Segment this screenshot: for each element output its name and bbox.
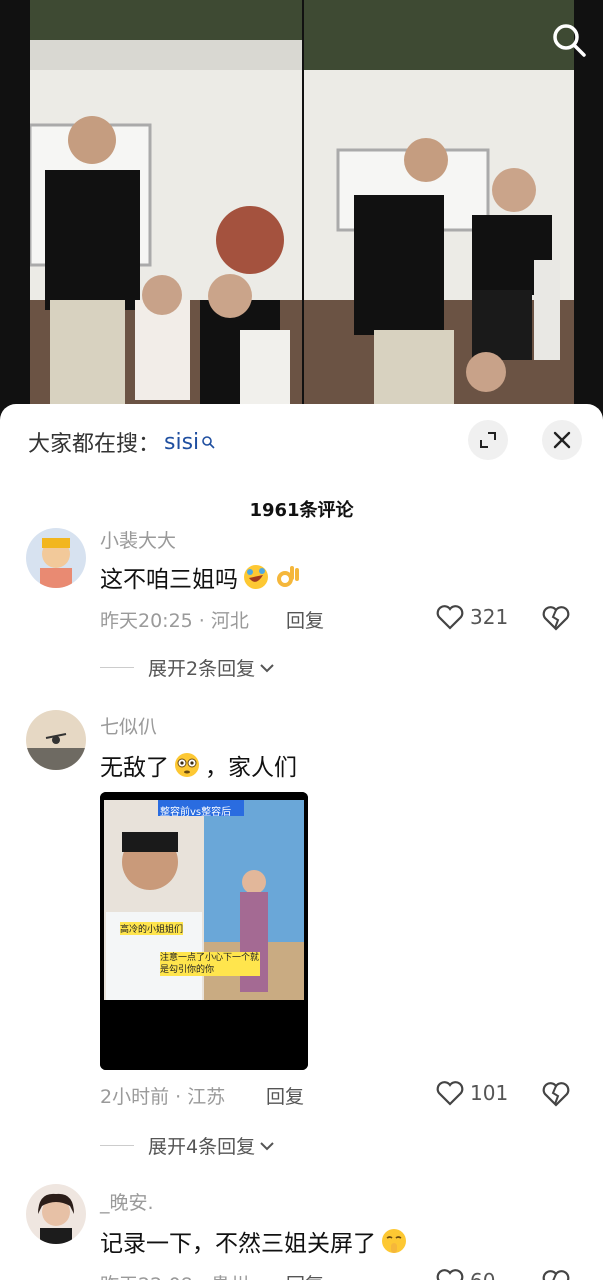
like-button[interactable]: 101 bbox=[436, 1080, 508, 1106]
comments-sheet: 大家都在搜： sisi 1961条评论 小裴大大 这不咱三姐吗 昨天20:25 … bbox=[0, 404, 603, 1280]
expand-replies[interactable]: 展开2条回复 bbox=[100, 654, 275, 681]
comment-time-location: 昨天20:25 · 河北 bbox=[100, 610, 249, 632]
avatar[interactable] bbox=[26, 710, 86, 770]
video-preview[interactable] bbox=[0, 0, 603, 420]
comment-time-location: 2小时前 · 江苏 bbox=[100, 1086, 226, 1108]
rofl-emoji-icon bbox=[244, 565, 268, 589]
search-button[interactable] bbox=[549, 20, 589, 60]
broken-heart-icon bbox=[542, 1082, 570, 1107]
chevron-down-icon bbox=[260, 663, 274, 672]
ok-hand-emoji-icon bbox=[277, 566, 299, 587]
reply-button[interactable]: 回复 bbox=[266, 1082, 304, 1109]
like-count: 60 bbox=[470, 1269, 495, 1280]
image-caption-left: 高冷的小姐姐们 bbox=[120, 922, 184, 935]
image-caption-mid: 注意一点了小心下一个就是勾引你的你 bbox=[160, 952, 260, 976]
dislike-button[interactable] bbox=[542, 604, 570, 632]
search-icon bbox=[202, 436, 215, 449]
heart-icon bbox=[436, 1269, 464, 1280]
comment-text: 记录一下，不然三姐关屏了 bbox=[100, 1224, 408, 1258]
comment-username[interactable]: 七似仈 bbox=[100, 712, 157, 739]
search-icon bbox=[553, 24, 586, 57]
dislike-button[interactable] bbox=[542, 1080, 570, 1108]
search-suggestion-keyword[interactable]: sisi bbox=[164, 430, 199, 455]
comment-time-location: 昨天22:08 · 贵州 bbox=[100, 1270, 249, 1280]
reply-button[interactable]: 回复 bbox=[286, 1270, 324, 1280]
like-count: 321 bbox=[470, 605, 509, 629]
broken-heart-icon bbox=[542, 1270, 570, 1280]
expand-button[interactable] bbox=[468, 420, 508, 460]
broken-heart-icon bbox=[542, 606, 570, 631]
comment-username[interactable]: _晚安. bbox=[100, 1188, 154, 1215]
expand-icon bbox=[480, 432, 496, 448]
close-button[interactable] bbox=[542, 420, 582, 460]
comment-image[interactable]: 整容前vs整容后 高冷的小姐姐们 注意一点了小心下一个就是勾引你的你 bbox=[100, 792, 308, 1070]
heart-icon bbox=[436, 605, 464, 630]
flushed-emoji-icon bbox=[175, 753, 199, 777]
comment-text: 这不咱三姐吗 bbox=[100, 560, 302, 594]
dislike-button[interactable] bbox=[542, 1268, 570, 1280]
comment-count: 1961条评论 bbox=[249, 500, 354, 521]
search-suggestion-label: 大家都在搜： bbox=[28, 432, 161, 457]
divider bbox=[100, 1145, 134, 1146]
video-frame-right bbox=[304, 0, 574, 420]
video-frame-left bbox=[30, 0, 302, 420]
like-button[interactable]: 321 bbox=[436, 604, 508, 630]
heart-icon bbox=[436, 1081, 464, 1106]
comment-text: 无敌了 ，家人们 bbox=[100, 748, 297, 782]
avatar[interactable] bbox=[26, 1184, 86, 1244]
like-button[interactable]: 60 bbox=[436, 1268, 495, 1280]
close-icon bbox=[553, 431, 571, 449]
avatar[interactable] bbox=[26, 528, 86, 588]
search-suggestion[interactable]: 大家都在搜： sisi bbox=[28, 422, 215, 462]
chevron-down-icon bbox=[260, 1141, 274, 1150]
divider bbox=[100, 667, 134, 668]
expand-replies[interactable]: 展开4条回复 bbox=[100, 1132, 275, 1159]
image-banner-text: 整容前vs整容后 bbox=[160, 807, 232, 818]
comment-username[interactable]: 小裴大大 bbox=[100, 526, 176, 553]
reply-button[interactable]: 回复 bbox=[286, 606, 324, 633]
like-count: 101 bbox=[470, 1081, 509, 1105]
shushing-emoji-icon bbox=[382, 1229, 406, 1253]
